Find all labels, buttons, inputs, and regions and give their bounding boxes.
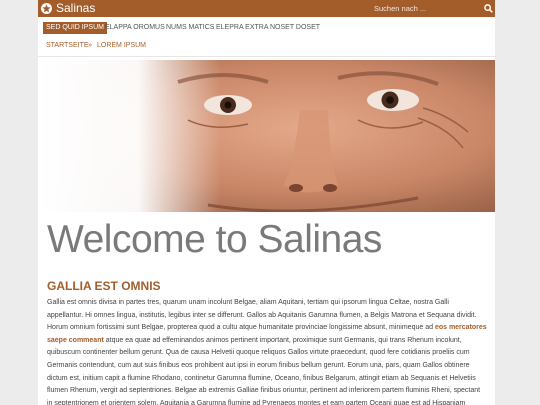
page-container: Salinas SED QUID IPSUM ELAPPA OROMUS NUM… [38,0,495,405]
hero-image [38,60,495,212]
nav-item-elappa-oromus[interactable]: ELAPPA OROMUS [102,22,168,34]
nav-item-sed-quid-ipsum[interactable]: SED QUID IPSUM [43,22,107,34]
star-badge-icon[interactable] [41,3,52,14]
breadcrumb: STARTSEITE » LOREM IPSUM [38,37,495,57]
nav-item-elepra-extra[interactable]: ELEPRA EXTRA [213,22,272,34]
body-text-part: Gallia est omnis divisa in partes tres, … [47,299,477,332]
search-input[interactable] [372,2,480,15]
nav-item-noset-doset[interactable]: NOSET DOSET [267,22,323,34]
breadcrumb-separator: » [88,42,92,49]
top-bar: Salinas [38,0,495,17]
search-button[interactable] [481,1,495,16]
site-title[interactable]: Salinas [56,1,95,16]
section-title: GALLIA EST OMNIS [47,279,161,293]
search-icon [484,4,493,13]
breadcrumb-current[interactable]: LOREM IPSUM [97,42,146,49]
body-text-part: atque ea quae ad effeminandos animos per… [47,336,481,405]
body-paragraph: Gallia est omnis divisa in partes tres, … [47,297,487,405]
page-heading: Welcome to Salinas [47,218,382,261]
nav-item-nums-matics[interactable]: NUMS MATICS [163,22,217,34]
main-nav: SED QUID IPSUM ELAPPA OROMUS NUMS MATICS… [38,17,495,37]
breadcrumb-home[interactable]: STARTSEITE [46,42,89,49]
